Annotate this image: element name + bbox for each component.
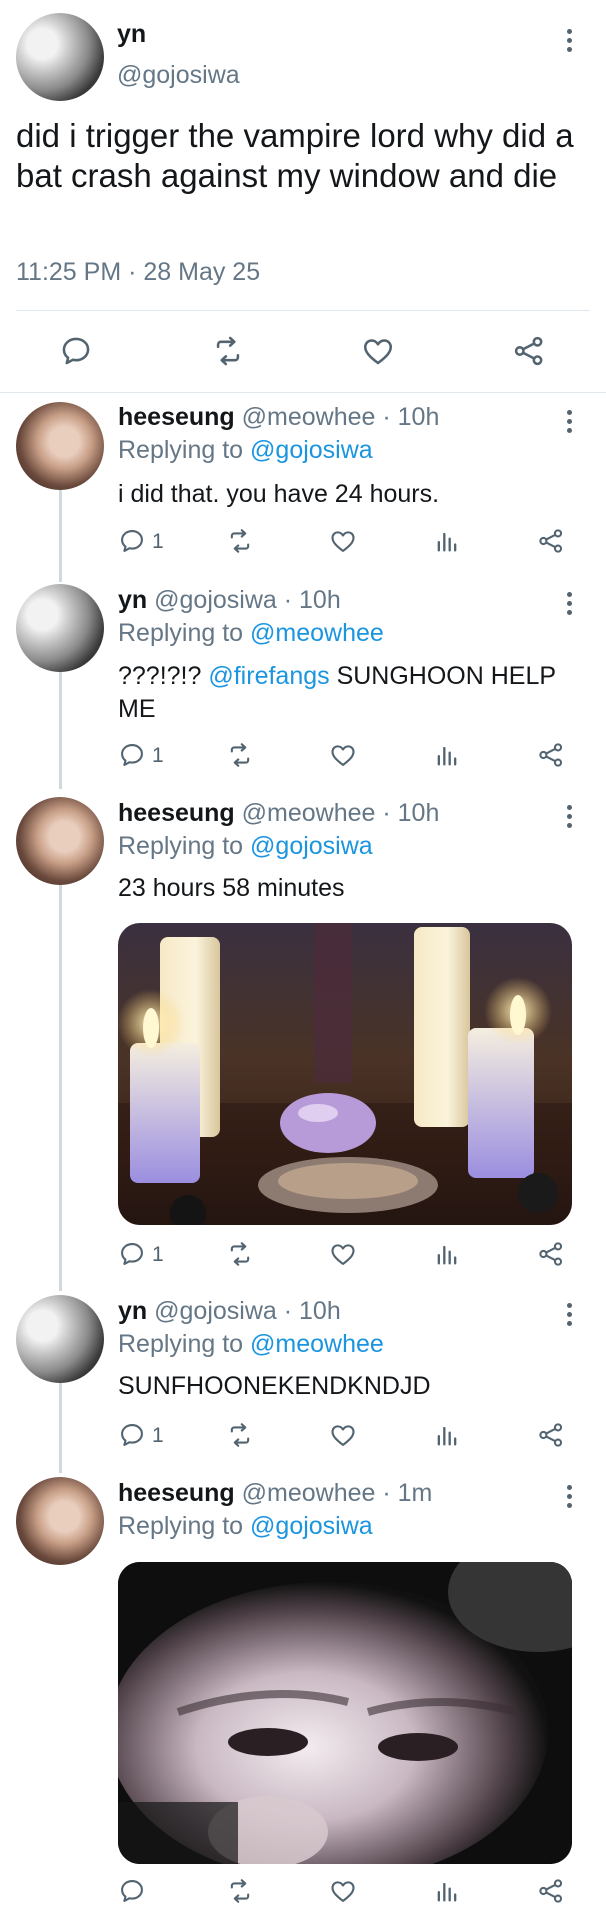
share-icon[interactable] bbox=[537, 527, 565, 555]
author-name[interactable]: yn bbox=[118, 1297, 147, 1325]
handle-time[interactable]: @meowhee · 10h bbox=[242, 799, 440, 827]
replying-to-link[interactable]: @gojosiwa bbox=[250, 1512, 373, 1540]
reply-count: 1 bbox=[152, 530, 164, 553]
reply-count: 1 bbox=[152, 1424, 164, 1447]
replying-to: Replying to @gojosiwa bbox=[118, 832, 373, 860]
like-icon[interactable] bbox=[329, 1240, 357, 1268]
tweet-text: ???!?!? @firefangs SUNGHOON HELP ME bbox=[118, 662, 557, 723]
retweet-icon[interactable] bbox=[226, 527, 254, 555]
thread-line bbox=[59, 669, 62, 789]
more-icon[interactable] bbox=[567, 592, 573, 619]
reply-count: 1 bbox=[152, 744, 164, 767]
replying-to-link[interactable]: @gojosiwa bbox=[250, 832, 373, 860]
share-icon[interactable] bbox=[537, 1877, 565, 1905]
media-image[interactable] bbox=[118, 923, 572, 1225]
like-icon[interactable] bbox=[329, 527, 357, 555]
tweet-text: 23 hours 58 minutes bbox=[118, 874, 345, 902]
reply-header: heeseung @meowhee · 10h bbox=[118, 403, 439, 432]
avatar[interactable] bbox=[16, 797, 104, 885]
reply-header: yn @gojosiwa · 10h bbox=[118, 586, 341, 615]
analytics-icon[interactable] bbox=[433, 1877, 461, 1905]
blurry-face-photo bbox=[118, 1562, 572, 1864]
author-name[interactable]: heeseung bbox=[118, 1479, 235, 1507]
analytics-icon[interactable] bbox=[433, 741, 461, 769]
handle-time[interactable]: @meowhee · 10h bbox=[242, 403, 440, 431]
share-icon[interactable] bbox=[537, 1240, 565, 1268]
reply-icon[interactable] bbox=[59, 334, 93, 368]
avatar[interactable] bbox=[16, 1477, 104, 1565]
tweet-text: SUNFHOONEKENDKNDJD bbox=[118, 1372, 431, 1400]
avatar[interactable] bbox=[16, 1295, 104, 1383]
author-name[interactable]: yn bbox=[117, 20, 146, 49]
reply-count: 1 bbox=[152, 1243, 164, 1266]
candles-photo bbox=[118, 923, 572, 1225]
share-icon[interactable] bbox=[512, 334, 546, 368]
author-name[interactable]: yn bbox=[118, 586, 147, 614]
tweet-text: did i trigger the vampire lord why did a… bbox=[16, 117, 574, 194]
avatar[interactable] bbox=[16, 402, 104, 490]
like-icon[interactable] bbox=[329, 741, 357, 769]
like-icon[interactable] bbox=[329, 1877, 357, 1905]
author-handle[interactable]: @gojosiwa bbox=[117, 61, 240, 90]
mention-link[interactable]: @firefangs bbox=[208, 662, 329, 690]
like-icon[interactable] bbox=[329, 1421, 357, 1449]
share-icon[interactable] bbox=[537, 741, 565, 769]
reply-icon[interactable] bbox=[118, 1877, 146, 1905]
avatar[interactable] bbox=[16, 584, 104, 672]
handle-time[interactable]: @gojosiwa · 10h bbox=[154, 1297, 341, 1325]
reply-icon[interactable] bbox=[118, 527, 146, 555]
retweet-icon[interactable] bbox=[226, 741, 254, 769]
replying-to: Replying to @meowhee bbox=[118, 619, 384, 647]
more-icon[interactable] bbox=[567, 1303, 573, 1330]
analytics-icon[interactable] bbox=[433, 527, 461, 555]
reply-header: heeseung @meowhee · 1m bbox=[118, 1479, 432, 1508]
reply-header: heeseung @meowhee · 10h bbox=[118, 799, 439, 828]
like-icon[interactable] bbox=[361, 334, 395, 368]
retweet-icon[interactable] bbox=[226, 1240, 254, 1268]
thread-line bbox=[59, 881, 62, 1291]
reply-icon[interactable] bbox=[118, 1421, 146, 1449]
author-name[interactable]: heeseung bbox=[118, 799, 235, 827]
replying-to: Replying to @gojosiwa bbox=[118, 1512, 373, 1540]
thread-line bbox=[59, 478, 62, 582]
replying-to-link[interactable]: @gojosiwa bbox=[250, 436, 373, 464]
reply-icon[interactable] bbox=[118, 741, 146, 769]
more-icon[interactable] bbox=[567, 805, 573, 832]
retweet-icon[interactable] bbox=[226, 1421, 254, 1449]
replying-to-link[interactable]: @meowhee bbox=[250, 1330, 384, 1358]
media-image[interactable] bbox=[118, 1562, 572, 1864]
reply-header: yn @gojosiwa · 10h bbox=[118, 1297, 341, 1326]
replying-to: Replying to @gojosiwa bbox=[118, 436, 373, 464]
retweet-icon[interactable] bbox=[226, 1877, 254, 1905]
retweet-icon[interactable] bbox=[211, 334, 245, 368]
share-icon[interactable] bbox=[537, 1421, 565, 1449]
divider bbox=[0, 392, 606, 393]
more-icon[interactable] bbox=[567, 410, 573, 437]
handle-time[interactable]: @gojosiwa · 10h bbox=[154, 586, 341, 614]
analytics-icon[interactable] bbox=[433, 1421, 461, 1449]
thread-line bbox=[59, 1380, 62, 1473]
replying-to-link[interactable]: @meowhee bbox=[250, 619, 384, 647]
more-icon[interactable] bbox=[567, 29, 573, 56]
divider bbox=[16, 310, 590, 311]
avatar[interactable] bbox=[16, 13, 104, 101]
tweet-timestamp: 11:25 PM · 28 May 25 bbox=[16, 258, 261, 286]
tweet-text: i did that. you have 24 hours. bbox=[118, 480, 440, 508]
more-icon[interactable] bbox=[567, 1485, 573, 1512]
reply-icon[interactable] bbox=[118, 1240, 146, 1268]
handle-time[interactable]: @meowhee · 1m bbox=[242, 1479, 433, 1507]
author-name[interactable]: heeseung bbox=[118, 403, 235, 431]
replying-to: Replying to @meowhee bbox=[118, 1330, 384, 1358]
analytics-icon[interactable] bbox=[433, 1240, 461, 1268]
